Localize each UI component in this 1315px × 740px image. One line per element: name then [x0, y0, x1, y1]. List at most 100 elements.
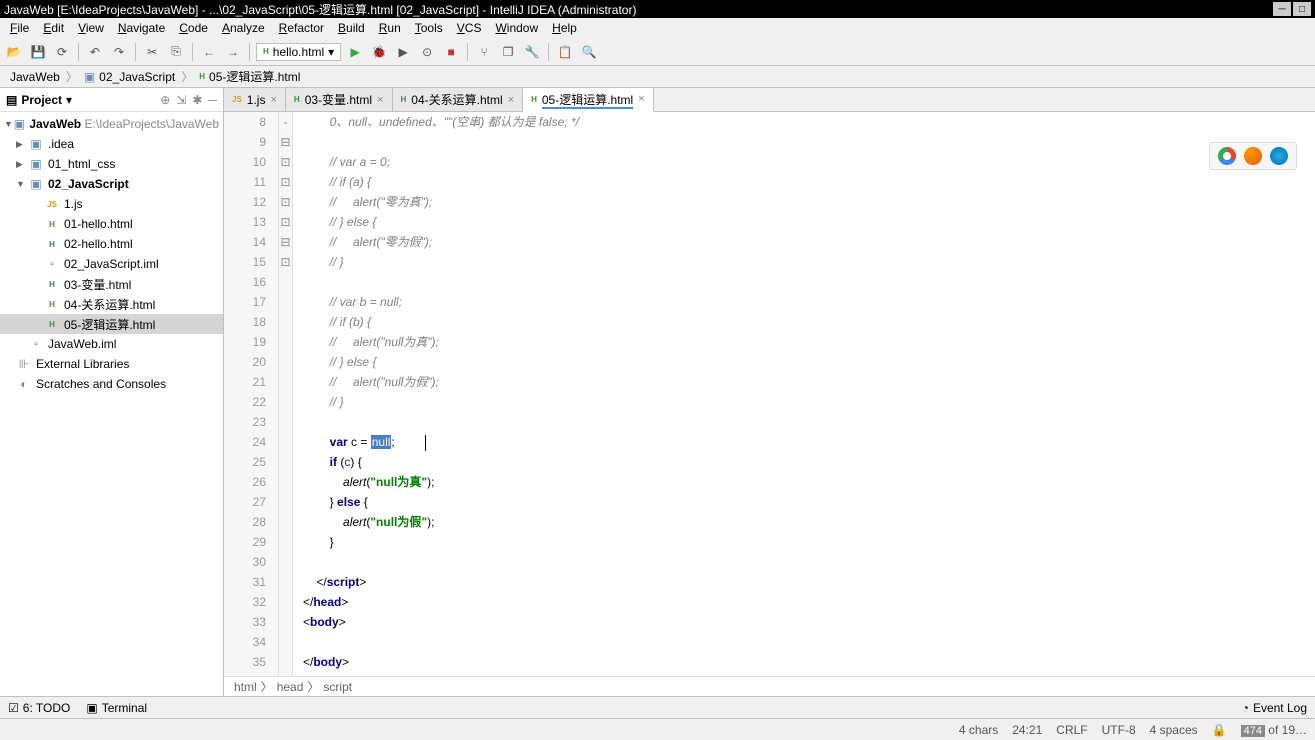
- close-icon[interactable]: ×: [638, 93, 644, 105]
- code-content[interactable]: 0、null、undefined、""(空串) 都认为是 false; */ /…: [293, 112, 1315, 676]
- close-icon[interactable]: ×: [270, 94, 276, 106]
- collapse-icon[interactable]: ⇲: [176, 93, 186, 107]
- project-tree[interactable]: ▼▣JavaWeb E:\IdeaProjects\JavaWeb ▶▣.ide…: [0, 112, 223, 696]
- minimize-button[interactable]: ─: [1273, 2, 1291, 16]
- status-eol[interactable]: CRLF: [1056, 723, 1087, 737]
- menu-view[interactable]: View: [72, 19, 110, 37]
- bottom-toolbar: ☑6: TODO ▣Terminal ◔Event Log: [0, 696, 1315, 718]
- menu-refactor[interactable]: Refactor: [273, 19, 330, 37]
- ie-icon[interactable]: [1270, 147, 1288, 165]
- todo-tool[interactable]: ☑6: TODO: [8, 701, 70, 715]
- run-config-selector[interactable]: H hello.html ▾: [256, 43, 341, 61]
- status-indent[interactable]: 4 spaces: [1150, 723, 1198, 737]
- tree-file-01hello[interactable]: H01-hello.html: [0, 214, 223, 234]
- menu-help[interactable]: Help: [546, 19, 583, 37]
- fold-column[interactable]: -⊟⊡⊡⊡⊡⊟⊡: [279, 112, 293, 676]
- tree-ext-lib[interactable]: ⊪External Libraries: [0, 354, 223, 374]
- crumb-head[interactable]: head: [277, 680, 304, 694]
- tree-idea[interactable]: ▶▣.idea: [0, 134, 223, 154]
- menu-navigate[interactable]: Navigate: [112, 19, 171, 37]
- tree-js-folder[interactable]: ▼▣02_JavaScript: [0, 174, 223, 194]
- main-toolbar: 📂 💾 ⟳ ↶ ↷ ✂ ⎘ ← → H hello.html ▾ ▶ 🐞 ▶ ⊙…: [0, 38, 1315, 66]
- target-icon[interactable]: ⊕: [160, 93, 170, 107]
- tab-05-逻辑运算.html[interactable]: H05-逻辑运算.html×: [523, 88, 654, 112]
- event-log[interactable]: ◔Event Log: [1242, 701, 1307, 715]
- tab-1.js[interactable]: JS1.js×: [224, 88, 286, 111]
- copy-icon[interactable]: ⎘: [166, 42, 186, 62]
- structure-icon[interactable]: ❐: [498, 42, 518, 62]
- crumb-script[interactable]: script: [323, 680, 352, 694]
- redo-icon[interactable]: ↷: [109, 42, 129, 62]
- tree-file-iml[interactable]: ▫02_JavaScript.iml: [0, 254, 223, 274]
- gear-icon[interactable]: ✱: [192, 93, 202, 107]
- menu-tools[interactable]: Tools: [409, 19, 449, 37]
- menu-edit[interactable]: Edit: [37, 19, 70, 37]
- firefox-icon[interactable]: [1244, 147, 1262, 165]
- tree-file-1js[interactable]: JS1.js: [0, 194, 223, 214]
- profile-icon[interactable]: ⊙: [417, 42, 437, 62]
- back-icon[interactable]: ←: [199, 42, 219, 62]
- coverage-icon[interactable]: ▶: [393, 42, 413, 62]
- status-readonly-icon[interactable]: 🔒: [1212, 723, 1227, 737]
- html-file-icon: H: [263, 47, 269, 56]
- dropdown-icon: ▾: [328, 45, 334, 59]
- status-chars: 4 chars: [959, 723, 998, 737]
- undo-icon[interactable]: ↶: [85, 42, 105, 62]
- editor-area: JS1.js×H03-变量.html×H04-关系运算.html×H05-逻辑运…: [224, 88, 1315, 696]
- project-tool-header: ▤Project ▾ ⊕ ⇲ ✱ ─: [0, 88, 223, 112]
- menu-analyze[interactable]: Analyze: [216, 19, 271, 37]
- tab-04-关系运算.html[interactable]: H04-关系运算.html×: [393, 88, 524, 111]
- crumb-html[interactable]: html: [234, 680, 257, 694]
- menu-window[interactable]: Window: [489, 19, 544, 37]
- save-icon[interactable]: 💾: [28, 42, 48, 62]
- editor-tabs: JS1.js×H03-变量.html×H04-关系运算.html×H05-逻辑运…: [224, 88, 1315, 112]
- maximize-button[interactable]: □: [1293, 2, 1311, 16]
- code-editor[interactable]: 8910111213141516171819202122232425262728…: [224, 112, 1315, 676]
- run-icon[interactable]: ▶: [345, 42, 365, 62]
- menu-file[interactable]: File: [4, 19, 35, 37]
- forward-icon[interactable]: →: [223, 42, 243, 62]
- window-titlebar: JavaWeb [E:\IdeaProjects\JavaWeb] - ...\…: [0, 0, 1315, 18]
- status-memory[interactable]: 474 of 19…: [1241, 723, 1307, 737]
- editor-breadcrumb: html 〉 head 〉 script: [224, 676, 1315, 696]
- breadcrumb-file[interactable]: H05-逻辑运算.html: [193, 68, 306, 85]
- menu-code[interactable]: Code: [173, 19, 214, 37]
- tree-file-03[interactable]: H03-变量.html: [0, 274, 223, 294]
- open-icon[interactable]: 📂: [4, 42, 24, 62]
- status-position[interactable]: 24:21: [1012, 723, 1042, 737]
- tree-scratches[interactable]: ◐Scratches and Consoles: [0, 374, 223, 394]
- tree-file-02hello[interactable]: H02-hello.html: [0, 234, 223, 254]
- line-gutter: 8910111213141516171819202122232425262728…: [224, 112, 279, 676]
- breadcrumb-root[interactable]: JavaWeb: [4, 70, 66, 84]
- vcs-icon[interactable]: ⑂: [474, 42, 494, 62]
- stop-icon[interactable]: ■: [441, 42, 461, 62]
- close-icon[interactable]: ×: [377, 94, 383, 106]
- tree-javaweb-iml[interactable]: ▫JavaWeb.iml: [0, 334, 223, 354]
- cut-icon[interactable]: ✂: [142, 42, 162, 62]
- close-icon[interactable]: ×: [508, 94, 514, 106]
- tab-03-变量.html[interactable]: H03-变量.html×: [286, 88, 393, 111]
- breadcrumb-folder[interactable]: ▣02_JavaScript: [78, 70, 181, 84]
- project-sidebar: ▤Project ▾ ⊕ ⇲ ✱ ─ ▼▣JavaWeb E:\IdeaProj…: [0, 88, 224, 696]
- chrome-icon[interactable]: [1218, 147, 1236, 165]
- project-tool-title[interactable]: Project: [21, 93, 62, 107]
- tree-html-css[interactable]: ▶▣01_html_css: [0, 154, 223, 174]
- window-title: JavaWeb [E:\IdeaProjects\JavaWeb] - ...\…: [4, 1, 1273, 18]
- tree-file-05[interactable]: H05-逻辑运算.html: [0, 314, 223, 334]
- settings-icon[interactable]: 📋: [555, 42, 575, 62]
- wrench-icon[interactable]: 🔧: [522, 42, 542, 62]
- menu-vcs[interactable]: VCS: [451, 19, 488, 37]
- terminal-tool[interactable]: ▣Terminal: [86, 701, 147, 715]
- menu-build[interactable]: Build: [332, 19, 371, 37]
- status-encoding[interactable]: UTF-8: [1102, 723, 1136, 737]
- refresh-icon[interactable]: ⟳: [52, 42, 72, 62]
- debug-icon[interactable]: 🐞: [369, 42, 389, 62]
- project-icon: ▤: [6, 93, 17, 107]
- tree-root[interactable]: ▼▣JavaWeb E:\IdeaProjects\JavaWeb: [0, 114, 223, 134]
- tree-file-04[interactable]: H04-关系运算.html: [0, 294, 223, 314]
- hide-icon[interactable]: ─: [208, 93, 217, 107]
- search-icon[interactable]: 🔍: [579, 42, 599, 62]
- browser-preview-icons: [1209, 142, 1297, 170]
- main-menubar: FileEditViewNavigateCodeAnalyzeRefactorB…: [0, 18, 1315, 38]
- menu-run[interactable]: Run: [373, 19, 407, 37]
